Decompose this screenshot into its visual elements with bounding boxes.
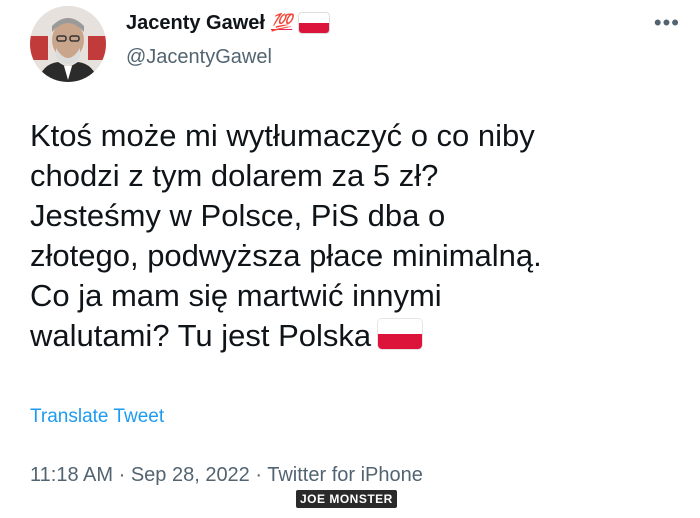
tweet-line-text: walutami? Tu jest Polska [30,318,372,353]
tweet-line: złotego, podwyższa płace minimalną. [30,238,542,273]
more-options-icon[interactable]: ••• [654,10,680,36]
display-name-row: Jacenty Gaweł 💯 [126,8,331,38]
tweet-time[interactable]: 11:18 AM [30,464,113,486]
tweet-line-last: walutami? Tu jest Polska [30,316,680,356]
translate-tweet-link[interactable]: Translate Tweet [30,406,164,428]
tweet-line: chodzi z tym dolarem za 5 zł? [30,158,439,193]
hundred-points-icon: 💯 [270,13,293,32]
tweet-metadata: 11:18 AM · Sep 28, 2022 · Twitter for iP… [30,464,423,487]
watermark: JOE MONSTER [296,490,397,508]
author-info: Jacenty Gaweł 💯 @JacentyGawel [126,8,331,69]
tweet-line: Jesteśmy w Polsce, PiS dba o [30,198,446,233]
tweet-line: Ktoś może mi wytłumaczyć o co niby [30,118,535,153]
separator: · [113,464,131,486]
tweet-date[interactable]: Sep 28, 2022 [131,464,250,486]
tweet-line: Co ja mam się martwić innymi [30,278,442,313]
poland-flag-icon [298,12,331,34]
avatar[interactable] [30,6,106,82]
display-name[interactable]: Jacenty Gaweł [126,12,265,35]
tweet-header: Jacenty Gaweł 💯 @JacentyGawel ••• [30,6,680,86]
handle[interactable]: @JacentyGawel [126,46,330,69]
tweet-source[interactable]: Twitter for iPhone [267,464,423,486]
avatar-photo [30,6,106,82]
poland-flag-icon [377,318,424,350]
separator: · [249,464,268,486]
tweet-text: Ktoś może mi wytłumaczyć o co niby chodz… [30,116,680,356]
